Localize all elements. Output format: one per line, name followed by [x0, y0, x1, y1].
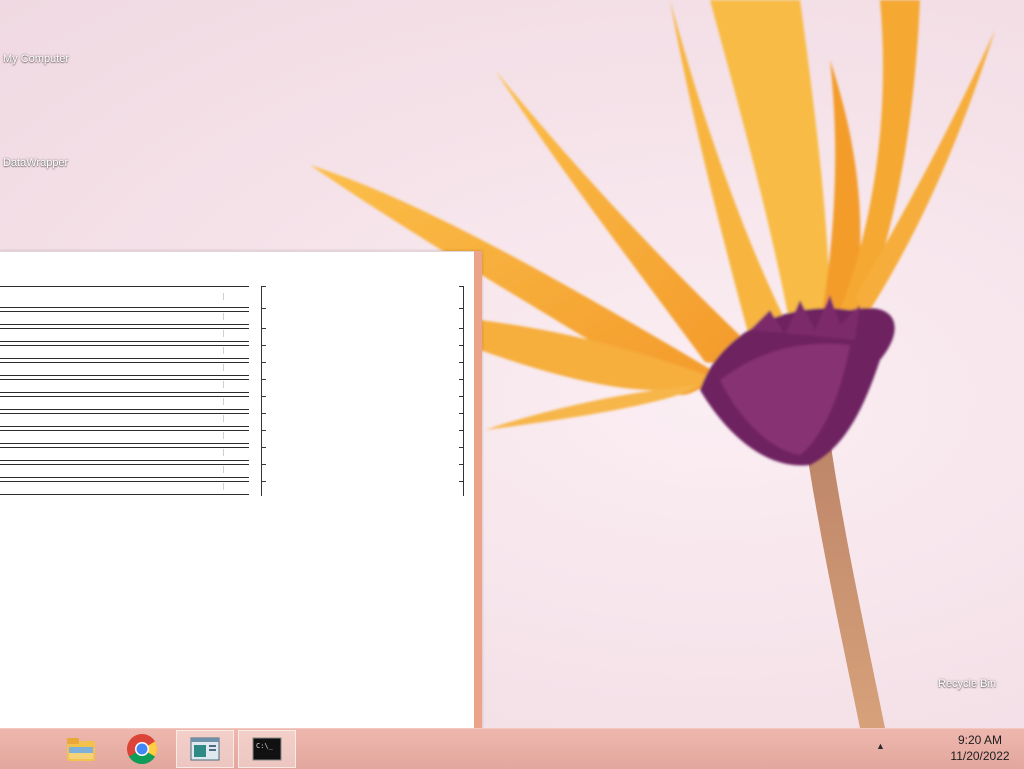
column-separator — [223, 293, 224, 300]
folder-icon — [67, 738, 95, 761]
desktop-icon-datawrapper[interactable]: DataWrapper — [3, 157, 68, 169]
table-row[interactable] — [0, 481, 249, 495]
taskbar-chrome-button[interactable] — [113, 730, 171, 768]
taskbar-file-explorer-button[interactable] — [52, 730, 110, 768]
desktop-icon-my-computer[interactable]: My Computer — [3, 53, 69, 65]
row-tick — [262, 413, 266, 414]
column-separator — [223, 415, 224, 422]
cmd-prompt-text: C:\_ — [256, 742, 274, 750]
row-tick — [262, 362, 266, 363]
table-row[interactable] — [0, 396, 249, 410]
row-tick — [459, 413, 463, 414]
row-tick — [459, 430, 463, 431]
empty-column-right-edge — [459, 286, 464, 496]
row-tick — [262, 328, 266, 329]
system-clock[interactable]: 9:20 AM 11/20/2022 — [940, 732, 1020, 764]
column-separator — [223, 398, 224, 405]
row-tick — [459, 464, 463, 465]
row-tick — [459, 447, 463, 448]
desktop: My Computer DataWrapper Recycle Bin — [0, 0, 1024, 728]
taskbar: C:\_ — [0, 728, 1024, 769]
column-separator — [223, 347, 224, 354]
app-window[interactable] — [0, 251, 482, 728]
row-tick — [262, 396, 266, 397]
row-tick — [262, 430, 266, 431]
column-separator — [223, 381, 224, 388]
row-tick — [262, 464, 266, 465]
table-row[interactable] — [0, 345, 249, 359]
row-tick — [459, 379, 463, 380]
row-tick — [262, 308, 266, 309]
row-tick — [262, 447, 266, 448]
table-row[interactable] — [0, 311, 249, 325]
desktop-icon-recycle-bin[interactable]: Recycle Bin — [938, 678, 996, 690]
column-separator — [223, 313, 224, 320]
table-row[interactable] — [0, 430, 249, 444]
empty-table-left — [0, 286, 249, 496]
row-tick — [262, 379, 266, 380]
row-tick — [459, 286, 463, 287]
empty-column-left-edge — [261, 286, 266, 496]
table-row[interactable] — [0, 328, 249, 342]
taskbar-cmd-button[interactable]: C:\_ — [238, 730, 296, 768]
row-tick — [262, 286, 266, 287]
column-separator — [223, 466, 224, 473]
clock-time: 9:20 AM — [957, 733, 1003, 747]
row-tick — [262, 345, 266, 346]
table-row[interactable] — [0, 379, 249, 393]
column-separator — [223, 364, 224, 371]
table-row[interactable] — [0, 464, 249, 478]
show-hidden-icons-icon[interactable]: ▲ — [876, 741, 885, 751]
chrome-icon — [127, 734, 158, 765]
row-tick — [459, 328, 463, 329]
row-tick — [459, 308, 463, 309]
window-top-edge — [0, 251, 474, 252]
row-tick — [459, 396, 463, 397]
cmd-icon: C:\_ — [252, 737, 282, 761]
table-row[interactable] — [0, 447, 249, 461]
table-row[interactable] — [0, 413, 249, 427]
row-tick — [459, 362, 463, 363]
column-separator — [223, 483, 224, 490]
window-app-icon — [190, 737, 220, 761]
column-separator — [223, 432, 224, 439]
table-row[interactable] — [0, 286, 249, 308]
row-tick — [459, 481, 463, 482]
row-tick — [262, 481, 266, 482]
column-separator — [223, 449, 224, 456]
column-separator — [223, 330, 224, 337]
taskbar-window-button[interactable] — [176, 730, 234, 768]
table-row[interactable] — [0, 362, 249, 376]
clock-date: 11/20/2022 — [950, 749, 1010, 763]
row-tick — [459, 345, 463, 346]
